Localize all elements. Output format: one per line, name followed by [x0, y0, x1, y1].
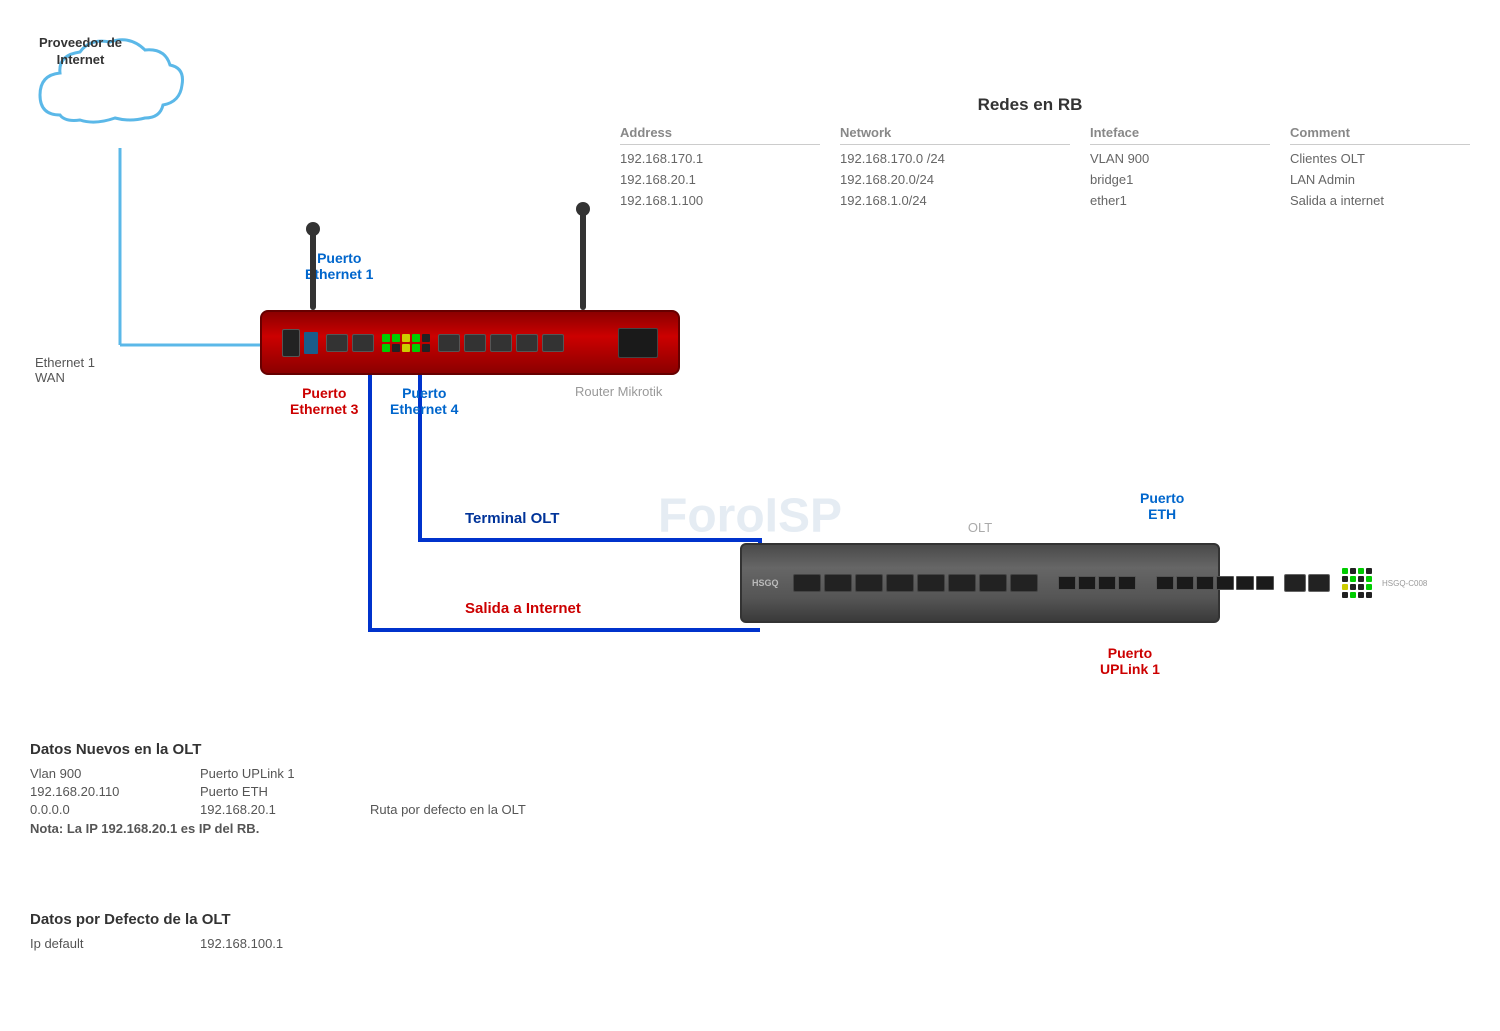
datos-defecto-section: Datos por Defecto de la OLT Ip default 1…: [30, 911, 430, 951]
puerto-uplink-label: Puerto UPLink 1: [1100, 645, 1160, 677]
antenna-left: [310, 230, 316, 310]
ethernet1-wan-label: Ethernet 1 WAN: [35, 355, 95, 385]
dn-row3-col3: Ruta por defecto en la OLT: [370, 802, 710, 817]
dn-row3-col1: 0.0.0.0: [30, 802, 190, 817]
antenna-right: [580, 210, 586, 310]
row1-interface: VLAN 900: [1090, 149, 1270, 168]
row3-network: 192.168.1.0/24: [840, 191, 1070, 210]
olt-device-label: OLT: [968, 520, 992, 535]
row2-network: 192.168.20.0/24: [840, 170, 1070, 189]
row2-address: 192.168.20.1: [620, 170, 820, 189]
col-header-interface: Inteface: [1090, 125, 1270, 145]
dn-row2-col1: 192.168.20.110: [30, 784, 190, 799]
datos-nuevos-section: Datos Nuevos en la OLT Vlan 900 Puerto U…: [30, 741, 710, 836]
col-header-network: Network: [840, 125, 1070, 145]
datos-nuevos-title: Datos Nuevos en la OLT: [30, 741, 710, 758]
table-title: Redes en RB: [620, 95, 1440, 115]
col-header-address: Address: [620, 125, 820, 145]
watermark: ForoISP: [658, 488, 842, 543]
puerto-ethernet4-label: Puerto Ethernet 4: [390, 385, 458, 417]
row3-comment: Salida a internet: [1290, 191, 1470, 210]
dd-row1-col2: 192.168.100.1: [200, 936, 430, 951]
isp-label: Proveedor de Internet: [38, 35, 123, 69]
dn-row1-col2: Puerto UPLink 1: [200, 766, 360, 781]
row1-address: 192.168.170.1: [620, 149, 820, 168]
terminal-olt-label: Terminal OLT: [465, 510, 559, 528]
router-mikrotik-label: Router Mikrotik: [575, 383, 662, 401]
row1-network: 192.168.170.0 /24: [840, 149, 1070, 168]
redes-en-rb-table: Redes en RB Address Network Inteface Com…: [620, 95, 1440, 210]
puerto-ethernet3-label: Puerto Ethernet 3: [290, 385, 358, 417]
salida-internet-label: Salida a Internet: [465, 600, 581, 618]
row1-comment: Clientes OLT: [1290, 149, 1470, 168]
row3-address: 192.168.1.100: [620, 191, 820, 210]
col-header-comment: Comment: [1290, 125, 1470, 145]
dd-row1-col1: Ip default: [30, 936, 190, 951]
router-device: [260, 310, 680, 375]
dn-row3-col2: 192.168.20.1: [200, 802, 360, 817]
row2-interface: bridge1: [1090, 170, 1270, 189]
diagram-container: ForoISP Proveedor de Internet Ethernet 1…: [0, 0, 1500, 1031]
datos-defecto-title: Datos por Defecto de la OLT: [30, 911, 430, 928]
dn-row1-col1: Vlan 900: [30, 766, 190, 781]
puerto-eth-label: Puerto ETH: [1140, 490, 1184, 522]
dn-row2-col2: Puerto ETH: [200, 784, 360, 799]
row2-comment: LAN Admin: [1290, 170, 1470, 189]
olt-device: OLT HSGQ: [740, 543, 1220, 623]
row3-interface: ether1: [1090, 191, 1270, 210]
datos-nuevos-note: Nota: La IP 192.168.20.1 es IP del RB.: [30, 821, 710, 836]
